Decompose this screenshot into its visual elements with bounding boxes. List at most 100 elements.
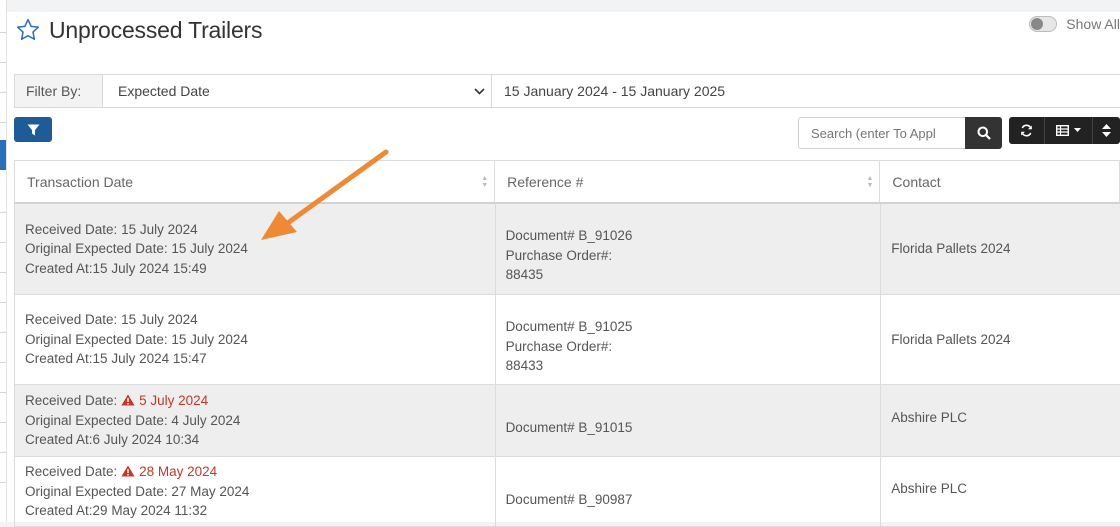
refresh-button[interactable] bbox=[1009, 117, 1046, 144]
document-label: Document# bbox=[505, 319, 575, 334]
search-input[interactable] bbox=[798, 117, 966, 149]
warning-triangle-icon bbox=[121, 465, 135, 477]
reference-cell: Document# B_91015 bbox=[496, 385, 882, 456]
document-line: Document# B_91026 bbox=[506, 226, 881, 246]
table-columns-icon bbox=[1056, 125, 1070, 136]
sidebar-divider bbox=[0, 332, 6, 333]
date-range-value: 15 January 2024 - 15 January 2025 bbox=[504, 83, 726, 99]
sidebar-divider bbox=[0, 242, 6, 243]
document-value[interactable]: B_91025 bbox=[578, 319, 632, 334]
received-label: Received Date: bbox=[25, 464, 118, 480]
sidebar-divider bbox=[0, 212, 6, 213]
document-label: Document# bbox=[505, 420, 575, 435]
original-expected-line: Original Expected Date: 15 July 2024 bbox=[25, 330, 495, 350]
column-header-contact[interactable]: Contact bbox=[880, 161, 1119, 202]
original-expected-label: Original Expected Date: bbox=[25, 412, 168, 428]
table-toolbar bbox=[1009, 117, 1120, 144]
sort-icon bbox=[1102, 124, 1112, 137]
column-header-label: Reference # bbox=[507, 173, 584, 190]
reference-cell: Document# B_90987 bbox=[496, 457, 882, 526]
filter-by-label: Filter By: bbox=[15, 75, 103, 107]
table-row[interactable]: Received Date: 28 May 2024 Original Expe… bbox=[14, 457, 1120, 527]
annotation-arrow-icon bbox=[261, 149, 389, 240]
purchase-order-value: 88435 bbox=[505, 267, 544, 282]
created-at-label: Created At: bbox=[25, 260, 93, 276]
received-date-line: Received Date: 28 May 2024 bbox=[25, 462, 495, 482]
table-header: Transaction Date ▲ ▼ Reference # ▲ ▼ Conta… bbox=[14, 160, 1120, 204]
late-warning: 28 May 2024 bbox=[121, 464, 217, 479]
contact-cell: Florida Pallets 2024 bbox=[881, 204, 1120, 294]
document-label: Document# bbox=[505, 228, 575, 243]
sidebar-divider bbox=[0, 452, 6, 453]
document-value[interactable]: B_91015 bbox=[578, 420, 632, 435]
document-value[interactable]: B_90987 bbox=[578, 492, 632, 507]
original-expected-label: Original Expected Date: bbox=[25, 331, 168, 347]
search-button[interactable] bbox=[965, 117, 1002, 149]
warning-triangle-icon bbox=[121, 394, 135, 406]
filter-bar: Filter By: Expected Date 15 January 2024… bbox=[14, 74, 1120, 108]
transaction-date-cell: Received Date: 15 July 2024 Original Exp… bbox=[15, 295, 496, 384]
table-row[interactable]: Received Date: 15 July 2024 Original Exp… bbox=[14, 295, 1120, 385]
received-value: 28 May 2024 bbox=[139, 464, 218, 480]
sort-icon: ▲ ▼ bbox=[481, 174, 489, 189]
reference-cell: Document# B_91025 Purchase Order#: 88433 bbox=[496, 295, 882, 384]
contact-cell: Florida Pallets 2024 bbox=[881, 295, 1120, 384]
columns-menu-button[interactable] bbox=[1045, 117, 1094, 144]
contact-value: Abshire PLC bbox=[891, 410, 968, 425]
sort-menu-button[interactable] bbox=[1093, 117, 1120, 144]
show-all-toggle-group: Show All bbox=[1029, 16, 1120, 32]
reference-cell: Document# B_91026 Purchase Order#: 88435 bbox=[496, 204, 882, 294]
purchase-order-label: Purchase Order#: bbox=[505, 247, 613, 263]
filter-type-value: Expected Date bbox=[118, 83, 210, 99]
created-at-label: Created At: bbox=[25, 351, 93, 367]
column-header-label: Transaction Date bbox=[27, 173, 134, 190]
column-header-reference[interactable]: Reference # ▲ ▼ bbox=[495, 161, 881, 202]
created-at-line: Created At:15 July 2024 15:47 bbox=[25, 349, 495, 369]
show-all-toggle[interactable] bbox=[1029, 16, 1058, 32]
sidebar-divider bbox=[0, 392, 6, 393]
document-line: Document# B_91025 bbox=[506, 317, 881, 337]
original-expected-value: 15 July 2024 bbox=[171, 241, 248, 257]
table-row[interactable]: Received Date: 5 July 2024 Original Expe… bbox=[14, 385, 1120, 457]
main-panel: Unprocessed Trailers Show All Filter By:… bbox=[7, 12, 1120, 527]
received-label: Received Date: bbox=[25, 393, 118, 409]
sidebar-divider bbox=[0, 302, 6, 303]
created-at-value: 15 July 2024 15:47 bbox=[92, 351, 207, 367]
original-expected-value: 27 May 2024 bbox=[171, 483, 250, 499]
received-value: 15 July 2024 bbox=[121, 221, 198, 237]
created-at-line: Created At:29 May 2024 11:32 bbox=[25, 501, 495, 521]
contact-cell: Abshire PLC bbox=[881, 457, 1120, 526]
document-value[interactable]: B_91026 bbox=[578, 228, 632, 243]
sidebar-divider bbox=[0, 422, 6, 423]
document-label: Document# bbox=[505, 492, 575, 507]
original-expected-label: Original Expected Date: bbox=[25, 483, 168, 499]
contact-value: Florida Pallets 2024 bbox=[891, 331, 1011, 347]
sidebar-divider bbox=[0, 272, 6, 273]
created-at-value: 15 July 2024 15:49 bbox=[92, 260, 207, 276]
date-range-input[interactable]: 15 January 2024 - 15 January 2025 bbox=[492, 75, 725, 107]
page-header: Unprocessed Trailers bbox=[15, 12, 263, 48]
sort-icon: ▲ ▼ bbox=[866, 174, 874, 189]
received-label: Received Date: bbox=[25, 221, 118, 237]
received-value: 15 July 2024 bbox=[121, 312, 198, 328]
page-title: Unprocessed Trailers bbox=[49, 16, 263, 43]
filter-type-select[interactable]: Expected Date bbox=[103, 75, 492, 107]
transaction-date-cell: Received Date: 28 May 2024 Original Expe… bbox=[15, 457, 496, 526]
sidebar-active-marker bbox=[0, 140, 6, 170]
refresh-icon bbox=[1021, 124, 1032, 137]
received-date-line: Received Date: 5 July 2024 bbox=[25, 391, 495, 411]
caret-down-icon bbox=[1074, 128, 1082, 132]
table-row[interactable]: Received Date: 15 July 2024 Original Exp… bbox=[14, 204, 1120, 295]
chevron-down-icon bbox=[474, 87, 485, 95]
original-expected-value: 4 July 2024 bbox=[171, 412, 241, 428]
purchase-order-value: 88433 bbox=[505, 358, 544, 373]
filter-toggle-button[interactable] bbox=[14, 117, 52, 142]
sidebar-divider bbox=[0, 122, 6, 123]
created-at-value: 6 July 2024 10:34 bbox=[92, 432, 200, 448]
transaction-date-cell: Received Date: 5 July 2024 Original Expe… bbox=[15, 385, 496, 456]
contact-value: Florida Pallets 2024 bbox=[891, 241, 1011, 257]
original-expected-line: Original Expected Date: 4 July 2024 bbox=[25, 411, 495, 431]
created-at-line: Created At:15 July 2024 15:49 bbox=[25, 259, 495, 279]
favorite-star-icon[interactable] bbox=[15, 17, 41, 43]
original-expected-label: Original Expected Date: bbox=[25, 241, 168, 257]
